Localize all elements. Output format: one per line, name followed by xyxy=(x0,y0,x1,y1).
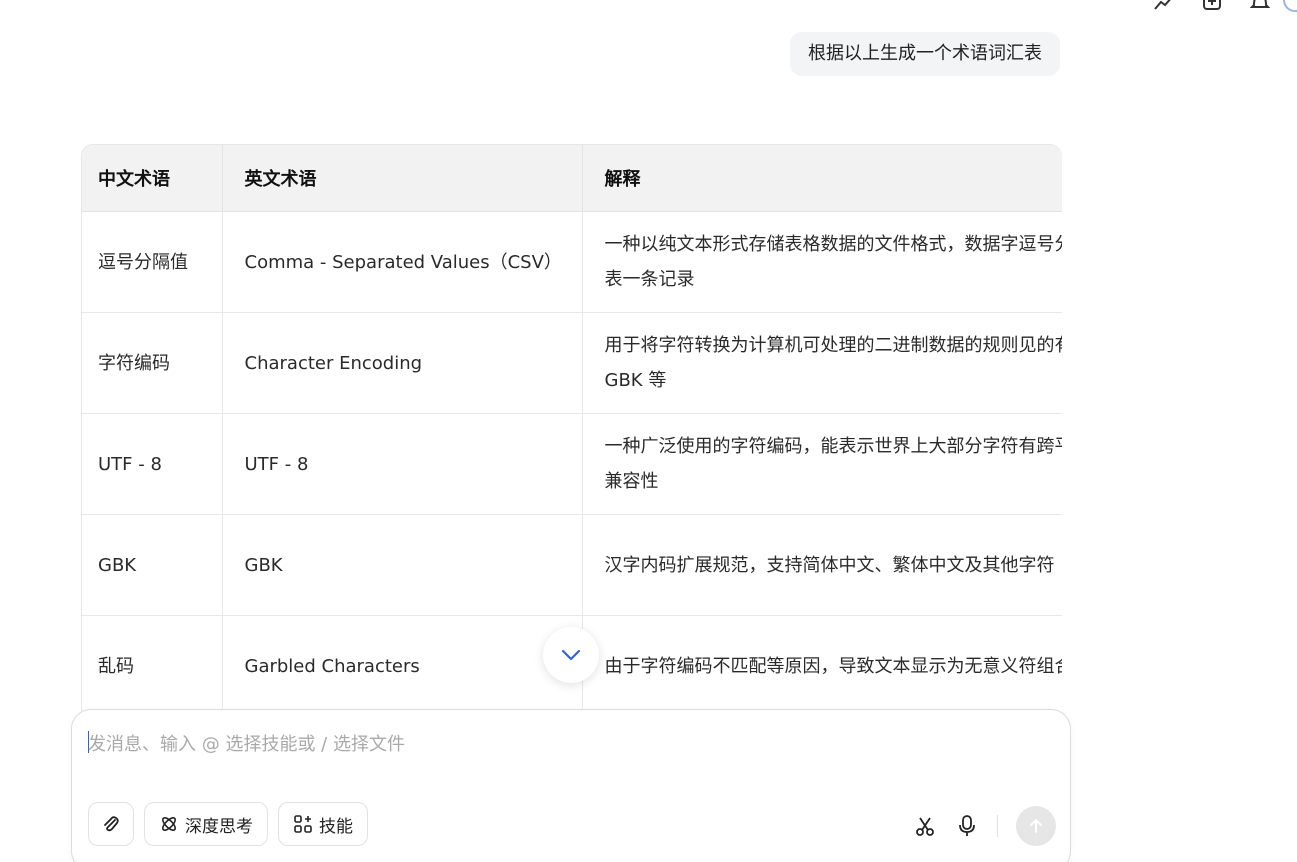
cell-english-term: GBK xyxy=(222,514,583,616)
paperclip-icon xyxy=(104,816,119,832)
cell-chinese-term: 逗号分隔值 xyxy=(82,211,223,313)
composer-right-tools xyxy=(913,806,1056,846)
deep-think-label: 深度思考 xyxy=(185,816,253,837)
header-chinese-term: 中文术语 xyxy=(82,145,223,212)
cell-explanation: 由于字符编码不匹配等原因，导致文本显示为无意义符组合 xyxy=(582,615,1062,711)
attach-button[interactable] xyxy=(88,802,134,846)
top-toolbar xyxy=(1151,0,1297,12)
cell-explanation: 一种以纯文本形式存储表格数据的文件格式，数据字逗号分隔，每行代表一条记录 xyxy=(582,211,1062,313)
new-chat-icon[interactable] xyxy=(1199,0,1225,12)
cell-chinese-term: 字符编码 xyxy=(82,312,223,414)
glossary-table-container: 中文术语 英文术语 解释 逗号分隔值 Comma - Separated Val… xyxy=(81,144,1062,711)
text-caret xyxy=(88,731,89,753)
grid-plus-icon xyxy=(294,815,312,833)
share-icon[interactable] xyxy=(1151,0,1177,12)
header-explanation: 解释 xyxy=(582,145,1062,212)
skills-label: 技能 xyxy=(319,816,353,837)
atom-icon xyxy=(162,817,176,831)
cell-english-term: Character Encoding xyxy=(222,312,583,414)
bell-icon[interactable] xyxy=(1247,0,1273,12)
table-row: 逗号分隔值 Comma - Separated Values（CSV） 一种以纯… xyxy=(82,211,1062,313)
scissors-icon[interactable] xyxy=(913,814,937,838)
table-row: UTF - 8 UTF - 8 一种广泛使用的字符编码，能表示世界上大部分字符有… xyxy=(82,413,1062,515)
message-input[interactable]: 发消息、输入 @ 选择技能或 / 选择文件 xyxy=(88,730,405,756)
arrow-up-icon xyxy=(1030,819,1042,833)
composer-tools: 深度思考 技能 xyxy=(88,802,368,846)
user-message-bubble: 根据以上生成一个术语词汇表 xyxy=(790,32,1060,76)
cell-explanation: 汉字内码扩展规范，支持简体中文、繁体中文及其他字符 xyxy=(582,514,1062,616)
cell-english-term: UTF - 8 xyxy=(222,413,583,515)
cell-explanation: 一种广泛使用的字符编码，能表示世界上大部分字符有跨平台和跨系统兼容性 xyxy=(582,413,1062,515)
divider xyxy=(997,815,998,837)
chevron-down-icon xyxy=(561,649,581,661)
scroll-to-bottom-button[interactable] xyxy=(543,627,599,683)
deep-think-button[interactable]: 深度思考 xyxy=(144,802,268,846)
skills-button[interactable]: 技能 xyxy=(278,802,368,846)
chat-page: 根据以上生成一个术语词汇表 中文术语 英文术语 解释 逗号分隔值 Comma -… xyxy=(0,0,1297,862)
table-row: 字符编码 Character Encoding 用于将字符转换为计算机可处理的二… xyxy=(82,312,1062,414)
table-row: GBK GBK 汉字内码扩展规范，支持简体中文、繁体中文及其他字符 xyxy=(82,514,1062,616)
avatar[interactable] xyxy=(1283,0,1297,12)
cell-english-term: Comma - Separated Values（CSV） xyxy=(222,211,583,313)
cell-chinese-term: UTF - 8 xyxy=(82,413,223,515)
cell-chinese-term: GBK xyxy=(82,514,223,616)
table-header-row: 中文术语 英文术语 解释 xyxy=(82,145,1062,212)
cell-explanation: 用于将字符转换为计算机可处理的二进制数据的规则见的有 UTF - 8、GBK 等 xyxy=(582,312,1062,414)
cell-english-term: Garbled Characters xyxy=(222,615,583,711)
header-english-term: 英文术语 xyxy=(222,145,583,212)
cell-chinese-term: 乱码 xyxy=(82,615,223,711)
send-button[interactable] xyxy=(1016,806,1056,846)
microphone-icon[interactable] xyxy=(955,814,979,838)
message-composer: 发消息、输入 @ 选择技能或 / 选择文件 深度思考 技能 xyxy=(71,709,1071,862)
